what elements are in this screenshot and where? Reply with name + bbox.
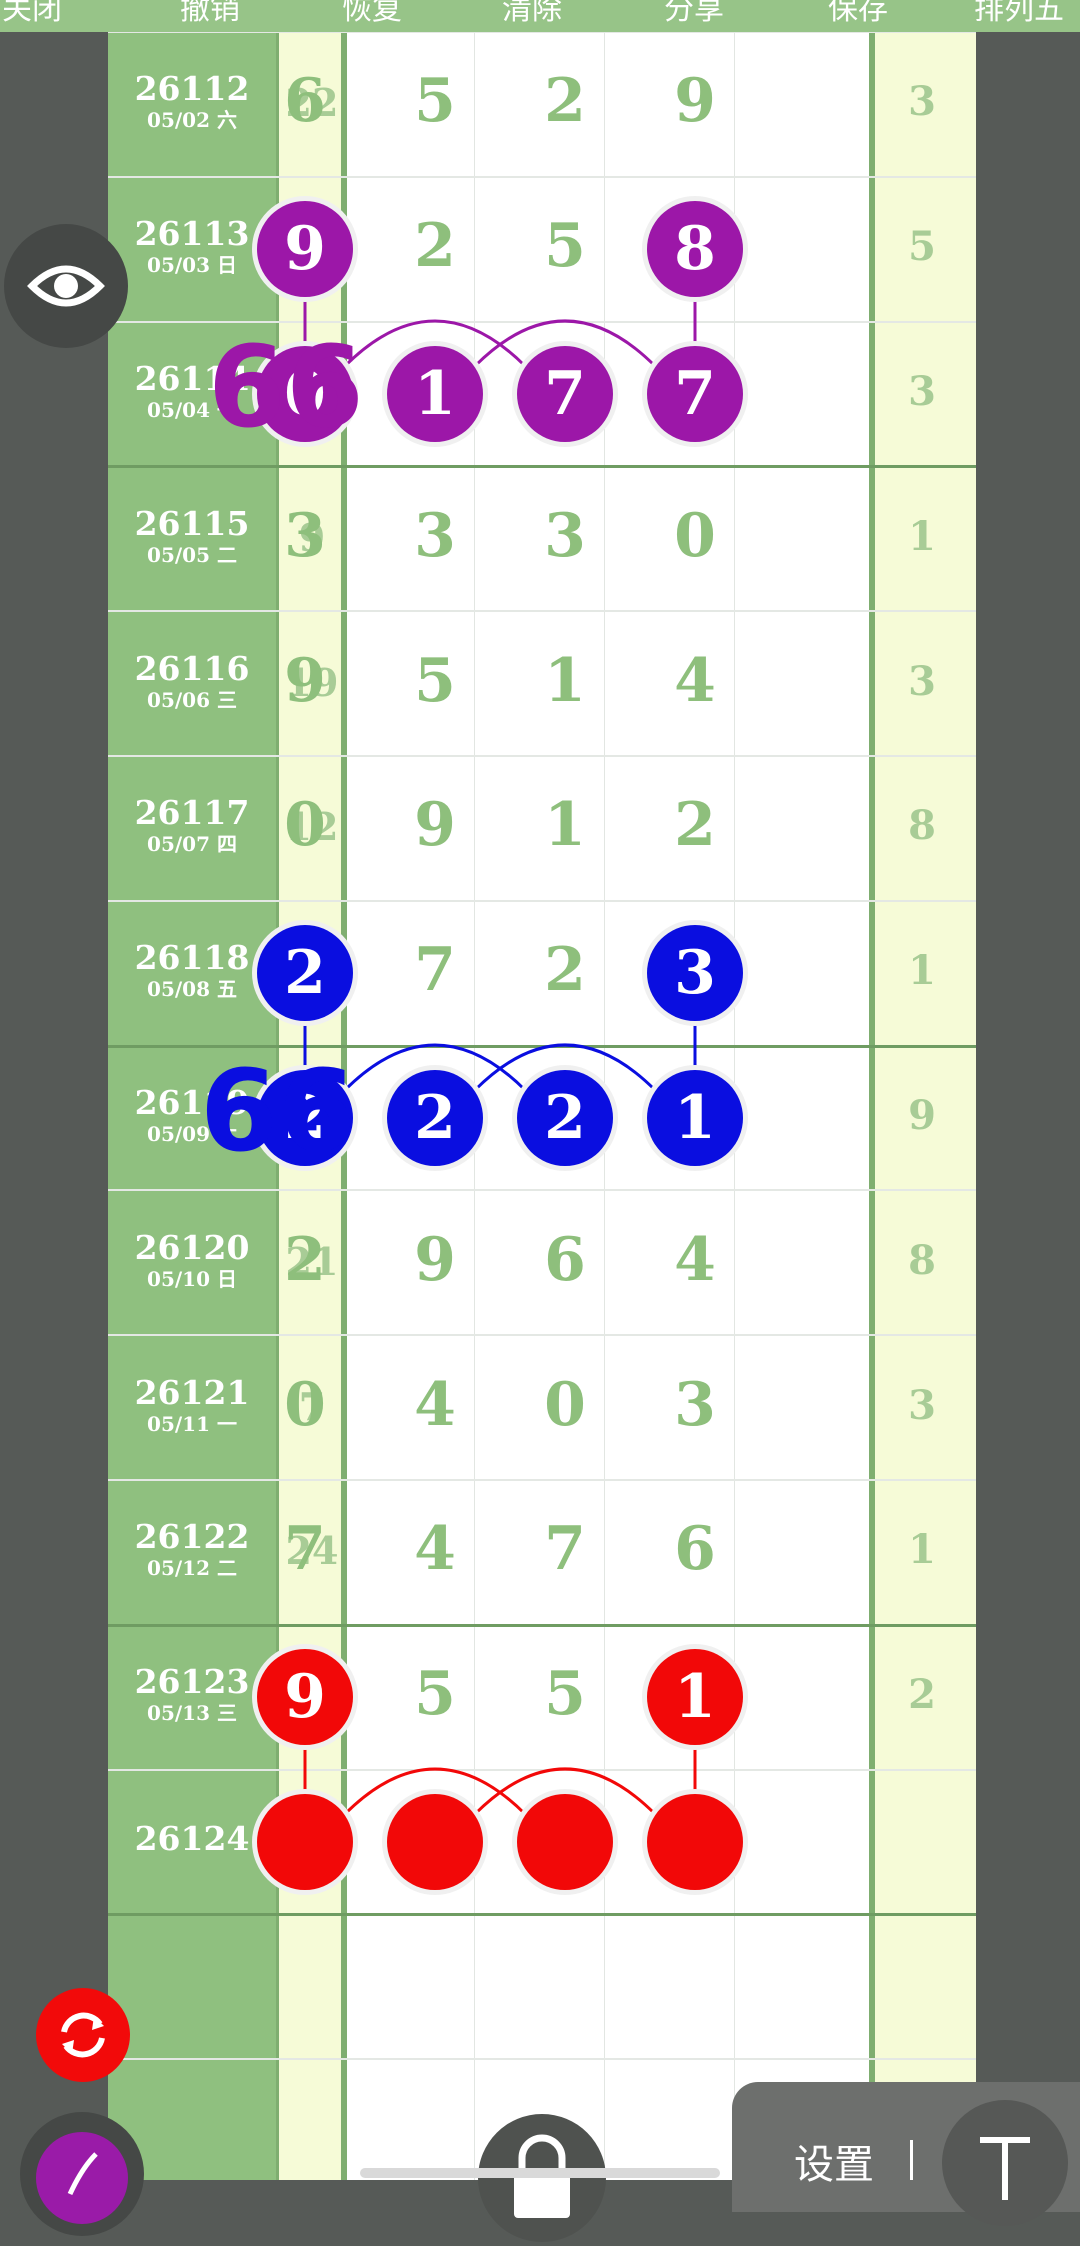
scroll-indicator[interactable] <box>360 2168 720 2178</box>
text-tool-button[interactable] <box>942 2100 1068 2226</box>
annotation-label: 66 <box>208 323 364 453</box>
pen-tool-button[interactable] <box>20 2112 144 2236</box>
marked-ball[interactable]: 1 <box>647 1070 743 1166</box>
settings-panel: 设置 <box>732 2082 1080 2226</box>
marked-ball[interactable]: 3 <box>647 925 743 1022</box>
settings-button[interactable]: 设置 <box>794 2132 874 2190</box>
refresh-button[interactable] <box>36 1988 130 2082</box>
separator <box>910 2140 913 2180</box>
marked-ball[interactable]: 8 <box>647 201 743 298</box>
marked-ball[interactable] <box>517 1794 613 1890</box>
marked-ball[interactable]: 1 <box>647 1649 743 1746</box>
marked-ball[interactable] <box>257 1794 353 1890</box>
marked-ball[interactable]: 7 <box>647 346 743 442</box>
marked-ball[interactable]: 9 <box>257 1649 353 1746</box>
text-tool-icon <box>980 2137 1030 2200</box>
marked-ball[interactable]: 7 <box>517 346 613 442</box>
redo-button[interactable]: 恢复 <box>342 0 402 28</box>
marked-ball[interactable]: 2 <box>517 1070 613 1166</box>
marked-ball[interactable] <box>647 1794 743 1890</box>
eye-toggle-button[interactable] <box>4 224 128 348</box>
marked-ball[interactable]: 2 <box>257 925 353 1022</box>
marked-ball[interactable]: 2 <box>387 1070 483 1166</box>
marked-ball[interactable] <box>387 1794 483 1890</box>
lock-icon <box>514 2134 570 2218</box>
share-button[interactable]: 分享 <box>664 0 724 28</box>
marked-ball[interactable]: 9 <box>257 201 353 298</box>
refresh-icon <box>61 2012 105 2058</box>
top-toolbar: 关闭 撤销 恢复 清除 分享 保存 排列五 <box>0 0 1080 32</box>
eye-icon <box>27 265 105 307</box>
undo-button[interactable]: 撤销 <box>180 0 240 28</box>
lock-button[interactable] <box>478 2114 606 2242</box>
annotation-label: 66 <box>200 1047 356 1177</box>
clear-button[interactable]: 清除 <box>502 0 562 28</box>
lottery-type-label[interactable]: 排列五 <box>974 0 1064 28</box>
save-button[interactable]: 保存 <box>828 0 888 28</box>
marked-ball[interactable]: 1 <box>387 346 483 442</box>
pen-icon <box>67 2152 98 2196</box>
pen-color-swatch <box>36 2132 128 2224</box>
close-button[interactable]: 关闭 <box>2 0 62 28</box>
